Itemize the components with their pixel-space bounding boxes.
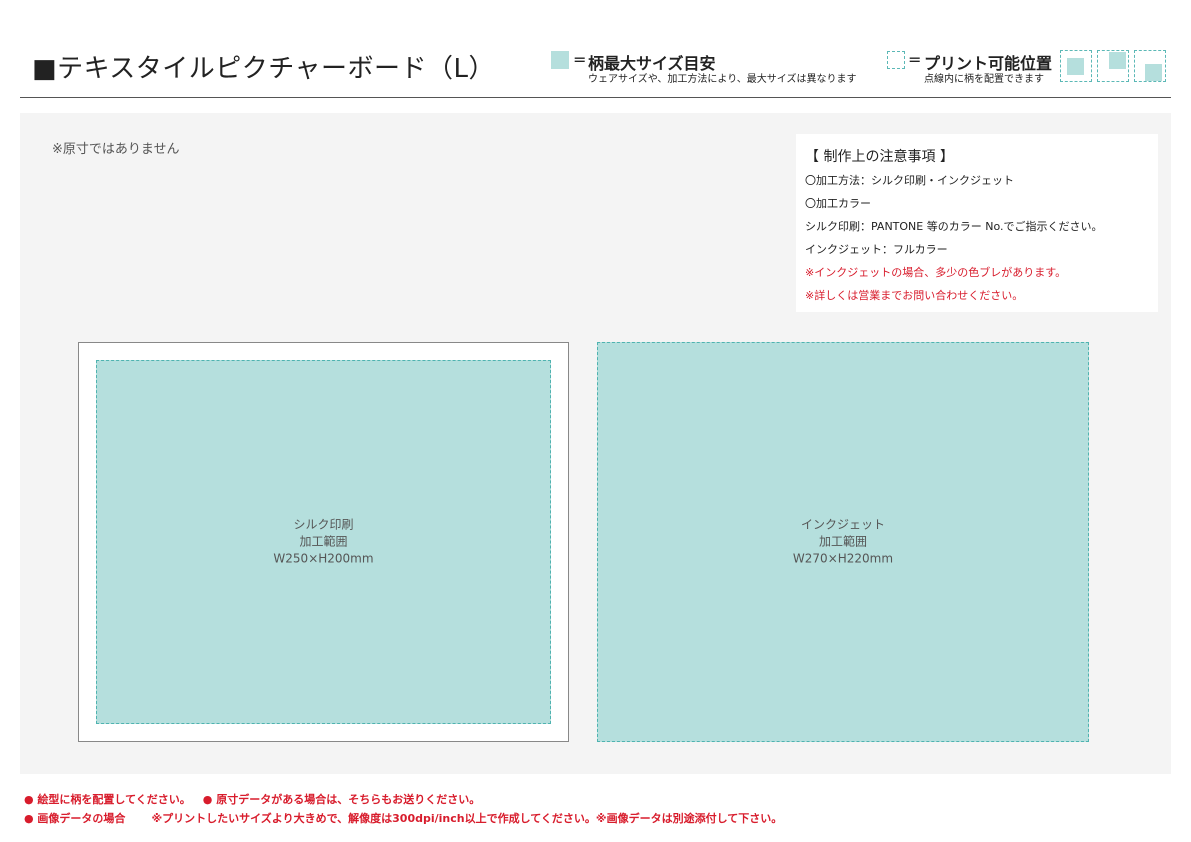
notes-line: 〇加工方法：シルク印刷・インクジェット bbox=[805, 174, 1014, 187]
footer-item: ※プリントしたいサイズより大きめで、解像度は300dpi/inch以上で作成して… bbox=[151, 812, 783, 825]
footer-item: ● 画像データの場合 bbox=[24, 812, 126, 825]
inkjet-method: インクジェット bbox=[800, 517, 885, 532]
silk-size: W250×H200mm bbox=[273, 551, 374, 566]
footer-item: ● 原寸データがある場合は、そちらもお送りください。 bbox=[202, 793, 481, 806]
notes-title: 【 制作上の注意事項 】 bbox=[805, 149, 954, 165]
silk-print-area: シルク印刷 加工範囲 W250×H200mm bbox=[96, 360, 551, 724]
silk-area-label: シルク印刷 加工範囲 W250×H200mm bbox=[97, 517, 550, 568]
print-position-dashed-icon bbox=[887, 51, 905, 69]
legend-equals: = bbox=[573, 50, 587, 69]
notes-warning: ※インクジェットの場合、多少の色ブレがあります。 bbox=[805, 266, 1067, 279]
inkjet-range-label: 加工範囲 bbox=[818, 534, 867, 549]
notes-line: 〇加工カラー bbox=[805, 197, 871, 210]
footer-item: ● 絵型に柄を配置してください。 bbox=[24, 793, 191, 806]
notes-line: シルク印刷：PANTONE 等のカラー No.でご指示ください。 bbox=[805, 220, 1103, 233]
scale-note: ※原寸ではありません bbox=[52, 142, 180, 157]
max-size-swatch-icon bbox=[551, 51, 569, 69]
position-example-icon bbox=[1060, 50, 1092, 82]
production-notes-panel: 【 制作上の注意事項 】 〇加工方法：シルク印刷・インクジェット 〇加工カラー … bbox=[796, 134, 1158, 312]
silk-method: シルク印刷 bbox=[293, 517, 354, 532]
inkjet-print-area: インクジェット 加工範囲 W270×H220mm bbox=[597, 342, 1089, 742]
legend-equals: = bbox=[908, 50, 922, 69]
inkjet-area-label: インクジェット 加工範囲 W270×H220mm bbox=[598, 517, 1088, 568]
silk-range-label: 加工範囲 bbox=[299, 534, 348, 549]
footer-line-1: ● 絵型に柄を配置してください。 ● 原寸データがある場合は、そちらもお送りくださ… bbox=[24, 791, 480, 807]
page-title: ■テキスタイルピクチャーボード（L） bbox=[32, 54, 496, 84]
legend-max-size-note: ウェアサイズや、加工方法により、最大サイズは異なります bbox=[588, 74, 857, 85]
position-example-icon bbox=[1134, 50, 1166, 82]
position-example-icon bbox=[1097, 50, 1129, 82]
header-divider bbox=[20, 97, 1171, 98]
notes-warning: ※詳しくは営業までお問い合わせください。 bbox=[805, 289, 1024, 302]
footer-line-2: ● 画像データの場合 ※プリントしたいサイズより大きめで、解像度は300dpi/i… bbox=[24, 810, 782, 826]
legend-print-position-note: 点線内に柄を配置できます bbox=[924, 74, 1044, 85]
notes-line: インクジェット：フルカラー bbox=[805, 243, 948, 256]
inkjet-size: W270×H220mm bbox=[792, 551, 894, 566]
